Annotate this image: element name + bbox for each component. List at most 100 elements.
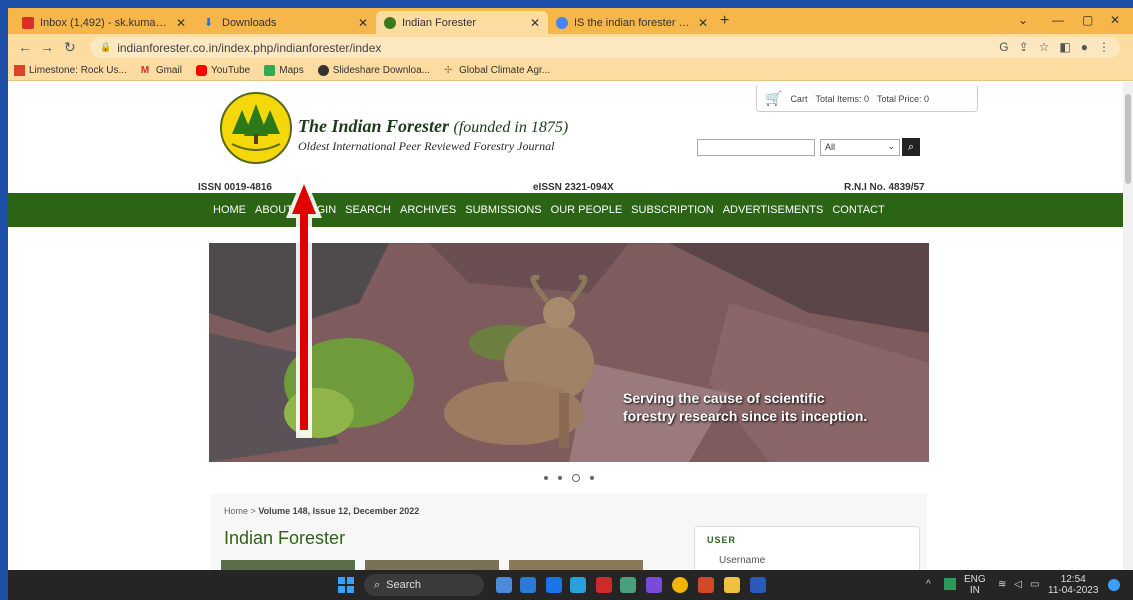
cart-summary[interactable]: 🛒 Cart Total Items: 0 Total Price: 0	[756, 86, 978, 112]
google-lens-icon[interactable]: G	[999, 40, 1008, 54]
annotation-arrow-icon	[286, 174, 322, 438]
maps-icon	[264, 65, 276, 76]
volume-icon[interactable]: ◁	[1014, 579, 1022, 590]
battery-icon[interactable]: ▭	[1030, 579, 1039, 590]
username-label: Username	[719, 555, 766, 566]
minimize-icon[interactable]: —	[1052, 11, 1064, 29]
tray-app-icon[interactable]	[944, 578, 956, 590]
nav-subscription[interactable]: SUBSCRIPTION	[631, 204, 714, 216]
bookmark-slideshare[interactable]: Slideshare Downloa...	[317, 65, 430, 76]
main-nav: HOME ABOUT LOGIN SEARCH ARCHIVES SUBMISS…	[8, 193, 1123, 227]
teams-icon[interactable]	[520, 577, 536, 593]
youtube-icon	[195, 65, 207, 76]
bookmark-star-icon[interactable]: ☆	[1039, 40, 1050, 54]
tab-search-icon[interactable]: ⌄	[1018, 11, 1028, 29]
thumbnail-image[interactable]	[509, 560, 643, 570]
nav-submissions[interactable]: SUBMISSIONS	[465, 204, 541, 216]
acrobat-icon[interactable]	[596, 577, 612, 593]
bookmark-limestone[interactable]: Limestone: Rock Us...	[14, 65, 127, 76]
google-icon	[556, 16, 568, 29]
bookmark-youtube[interactable]: YouTube	[195, 65, 250, 76]
gmail-icon	[22, 16, 34, 29]
issn-text: ISSN 0019-4816	[198, 182, 272, 193]
url-input[interactable]: 🔒 indianforester.co.in/index.php/indianf…	[90, 37, 1120, 58]
word-icon[interactable]	[750, 577, 766, 593]
tab-indian-forester[interactable]: Indian Forester ✕	[376, 11, 548, 34]
nav-advertisements[interactable]: ADVERTISEMENTS	[723, 204, 824, 216]
app-icon[interactable]	[646, 577, 662, 593]
carousel-dot[interactable]	[590, 476, 594, 480]
breadcrumb-home[interactable]: Home	[224, 506, 248, 516]
app-icon[interactable]	[620, 577, 636, 593]
issue-thumbnails	[221, 560, 643, 570]
menu-kebab-icon[interactable]: ⋮	[1098, 40, 1110, 54]
search-scope-select[interactable]: All ⌄	[820, 139, 900, 156]
breadcrumb: Home > Volume 148, Issue 12, December 20…	[224, 506, 420, 516]
page-scrollbar[interactable]	[1123, 82, 1133, 570]
carousel-dot[interactable]	[558, 476, 562, 480]
nav-archives[interactable]: ARCHIVES	[400, 204, 456, 216]
carousel-dot[interactable]	[544, 476, 548, 480]
back-icon[interactable]: ←	[18, 38, 32, 56]
download-icon: ⬇	[204, 16, 214, 29]
nav-our-people[interactable]: OUR PEOPLE	[551, 204, 623, 216]
limestone-icon	[14, 65, 25, 76]
mail-icon[interactable]	[546, 577, 562, 593]
site-title-block: The Indian Forester (founded in 1875) Ol…	[298, 116, 568, 154]
language-indicator[interactable]: ENG IN	[964, 574, 986, 596]
banner-caption: Serving the cause of scientific forestry…	[623, 390, 868, 424]
search-icon: ⌕	[374, 578, 381, 591]
nav-home[interactable]: HOME	[213, 204, 246, 216]
carousel-dots	[544, 474, 594, 482]
maximize-icon[interactable]: ▢	[1082, 11, 1093, 29]
bookmark-gmail[interactable]: M Gmail	[141, 65, 182, 76]
gmail-icon: M	[140, 65, 150, 76]
thumbnail-image[interactable]	[221, 560, 355, 570]
side-panel-icon[interactable]: ◧	[1059, 40, 1070, 54]
eissn-text: eISSN 2321-094X	[533, 182, 614, 193]
chevron-up-icon[interactable]: ^	[926, 579, 931, 590]
site-logo[interactable]	[220, 92, 292, 164]
carousel-dot-active[interactable]	[572, 474, 580, 482]
close-icon[interactable]: ✕	[530, 16, 540, 30]
search-icon: ⌕	[907, 140, 915, 153]
widgets-icon[interactable]	[496, 577, 512, 593]
close-icon[interactable]: ✕	[358, 16, 368, 30]
scrollbar-thumb[interactable]	[1125, 94, 1131, 184]
wifi-icon[interactable]: ≋	[998, 579, 1006, 590]
site-search-input[interactable]	[697, 139, 815, 156]
tab-gmail[interactable]: Inbox (1,492) - sk.kumar185@gm ✕	[14, 11, 194, 34]
omnibox-icons: G ⇪ ☆ ◧ ● ⋮	[999, 40, 1110, 54]
tab-google-search[interactable]: IS the indian forester a scopus in ✕	[548, 11, 716, 34]
profile-avatar-icon[interactable]: ●	[1081, 40, 1088, 54]
clock[interactable]: 12:54 11-04-2023	[1048, 574, 1098, 596]
new-tab-button[interactable]: +	[720, 11, 729, 31]
store-icon[interactable]	[570, 577, 586, 593]
breadcrumb-issue: Volume 148, Issue 12, December 2022	[258, 506, 420, 516]
taskbar-search[interactable]: ⌕ Search	[364, 574, 484, 596]
tab-strip: Inbox (1,492) - sk.kumar185@gm ✕ ⬇ Downl…	[8, 8, 1133, 34]
bookmark-maps[interactable]: Maps	[264, 65, 304, 76]
windows-start-icon[interactable]	[338, 577, 354, 593]
thumbnail-image[interactable]	[365, 560, 499, 570]
notification-icon[interactable]	[1108, 579, 1120, 591]
bookmark-global-climate[interactable]: ✢ Global Climate Agr...	[444, 65, 550, 76]
powerpoint-icon[interactable]	[698, 577, 714, 593]
forward-icon[interactable]: →	[40, 38, 54, 56]
nav-contact[interactable]: CONTACT	[832, 204, 884, 216]
nav-search[interactable]: SEARCH	[345, 204, 391, 216]
page-title: Indian Forester	[224, 528, 346, 548]
close-icon[interactable]: ✕	[698, 16, 708, 30]
share-icon[interactable]: ⇪	[1019, 40, 1029, 54]
web-page: 🛒 Cart Total Items: 0 Total Price: 0 The…	[8, 82, 1133, 570]
search-button[interactable]: ⌕	[902, 138, 920, 156]
tab-downloads[interactable]: ⬇ Downloads ✕	[196, 11, 376, 34]
file-explorer-icon[interactable]	[724, 577, 740, 593]
cart-icon: 🛒	[765, 90, 783, 106]
slideshare-icon	[317, 65, 329, 76]
user-login-block: USER Username	[694, 526, 920, 570]
chrome-icon[interactable]	[672, 577, 688, 593]
close-window-icon[interactable]: ✕	[1110, 11, 1120, 29]
reload-icon[interactable]: ↻	[64, 38, 76, 56]
close-icon[interactable]: ✕	[176, 16, 186, 30]
